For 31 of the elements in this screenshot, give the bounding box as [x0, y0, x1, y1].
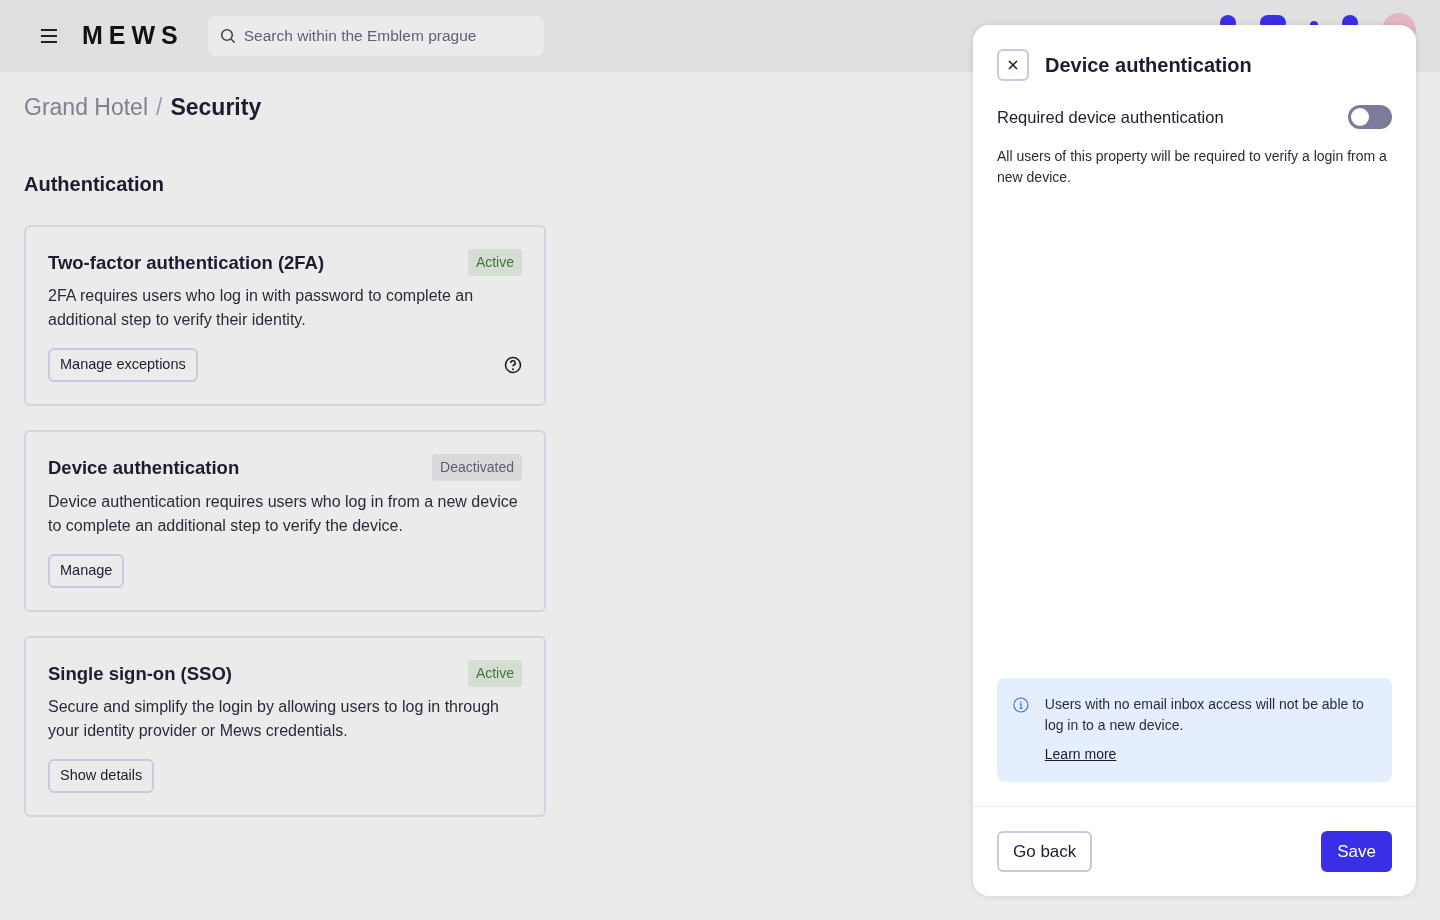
card-title: Single sign-on (SSO) — [48, 661, 232, 686]
toggle-switch[interactable] — [1348, 105, 1392, 130]
back-button[interactable]: Go back — [997, 830, 1093, 872]
card-description: Device authentication requires users who log in from a new device to complete an additional step to verify the device. — [48, 491, 519, 536]
panel-title: Device authentication — [1045, 53, 1252, 78]
section-title: Authentication — [24, 172, 164, 195]
toggle-label: Required device authentication — [997, 107, 1224, 128]
help-icon[interactable] — [504, 356, 522, 375]
status-tag: Active — [467, 248, 522, 276]
card-button[interactable]: Manage exceptions — [48, 348, 198, 382]
logo: MEWS — [82, 20, 184, 52]
breadcrumb-current: Security — [170, 93, 262, 122]
card-title: Two-factor authentication (2FA) — [48, 250, 325, 275]
menu-icon — [40, 28, 58, 44]
card-description: Secure and simplify the login by allowing users to log in through your identity provider or Mews credentials. — [48, 697, 500, 742]
info-text: Users with no email inbox access will not be able to log in to a new device. — [1044, 694, 1365, 735]
panel-description: All users of this property will be required to verify a login from a new device. — [997, 146, 1388, 187]
search-icon — [219, 28, 236, 44]
status-tag: Active — [467, 659, 522, 687]
card-description: 2FA requires users who log in with password to complete an additional step to verify their identity. — [48, 286, 475, 331]
card-title: Device authentication — [48, 456, 240, 480]
card-button[interactable]: Manage — [48, 553, 125, 588]
search-field[interactable]: Search within the Emblem prague — [207, 16, 544, 56]
menu-button[interactable] — [40, 28, 58, 44]
breadcrumb-separator: / — [156, 93, 163, 122]
learn-more-link[interactable]: Learn more — [1044, 743, 1117, 765]
status-tag: Deactivated — [432, 454, 522, 482]
close-icon — [1008, 60, 1018, 70]
save-button[interactable]: Save — [1321, 830, 1392, 872]
card-button[interactable]: Show details — [48, 759, 155, 793]
close-button[interactable] — [997, 49, 1029, 81]
